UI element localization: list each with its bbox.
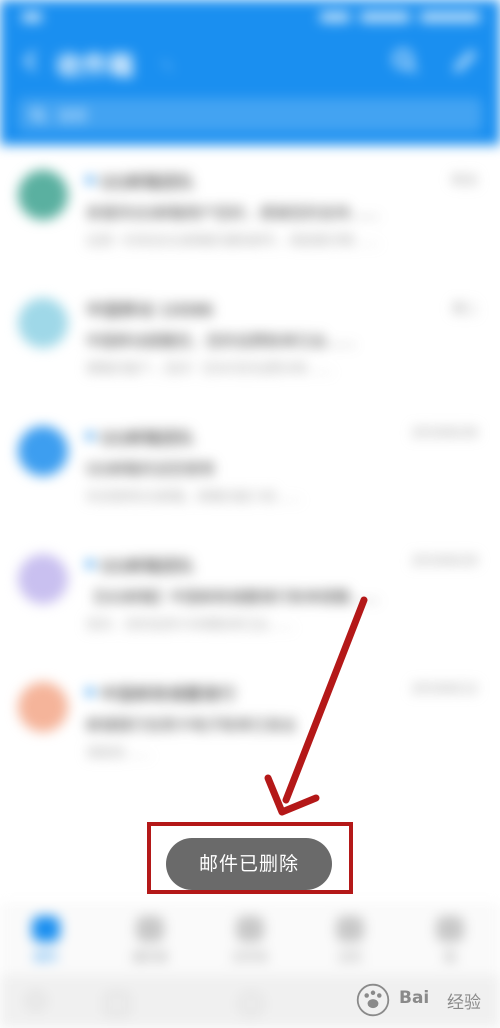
- bottom-nav-item[interactable]: 通讯录: [110, 916, 190, 972]
- back-system-button[interactable]: [24, 989, 48, 1013]
- mail-list-item[interactable]: QQ邮箱团队 昨天亲爱的QQ邮箱用户您好，感谢您的支持…… 这是一封来自QQ邮箱的通…: [0, 150, 500, 278]
- mail-preview: 尊敬的客户，您好！您本月的话费详单……: [86, 362, 334, 377]
- mail-preview: 您好，您的信用卡本期账单已出……: [86, 618, 295, 633]
- nav-tab-label: 邮件: [33, 950, 58, 964]
- sender-avatar: [18, 682, 68, 732]
- watermark-brand: Bai: [399, 988, 430, 1008]
- sender-avatar: [18, 426, 68, 476]
- nav-tab-icon: [436, 916, 464, 942]
- search-icon[interactable]: [392, 48, 418, 74]
- search-placeholder: 搜索: [58, 107, 89, 125]
- mail-sender: QQ邮箱团队: [100, 173, 195, 193]
- mail-preview: 这是一封来自QQ邮箱的通知邮件，请查看详情……: [86, 234, 380, 249]
- mail-subject: QQ邮箱欢迎您使用: [86, 460, 215, 478]
- recents-system-button[interactable]: [106, 993, 128, 1015]
- unread-dot: [86, 688, 94, 696]
- mail-sender: QQ邮箱团队: [100, 429, 195, 449]
- compose-icon[interactable]: [452, 48, 478, 74]
- mail-sender: 中国移动 10086: [86, 301, 214, 321]
- unread-dot: [86, 560, 94, 568]
- nav-tab-label: 通讯录: [131, 950, 168, 964]
- mail-list-item[interactable]: 中国移动 10086 周二中国移动提醒您，您的话费账单已出…… 尊敬的客户，您好！您…: [0, 278, 500, 406]
- page-title: 收件箱: [56, 52, 135, 82]
- nav-tab-label: 我: [443, 950, 456, 964]
- mail-date: 2019/6/12: [411, 682, 478, 697]
- bottom-nav-item[interactable]: 文件夹: [210, 916, 290, 972]
- bottom-nav-item[interactable]: 日历: [310, 916, 390, 972]
- nav-tab-icon: [336, 916, 364, 942]
- nav-tab-label: 日历: [337, 950, 362, 964]
- mail-date: 2019/6/26: [411, 426, 478, 441]
- mail-date: 昨天: [451, 174, 478, 189]
- sender-avatar: [18, 298, 68, 348]
- nav-tab-icon: [136, 916, 164, 942]
- app-header: 收件箱 ㄟ 搜索: [0, 0, 500, 145]
- bottom-nav-item[interactable]: 我: [410, 916, 490, 972]
- unread-dot: [86, 432, 94, 440]
- mail-subject: 邮储银行信用卡电子账单已发出: [86, 716, 297, 734]
- search-icon: [31, 108, 46, 123]
- mail-date: 2019/6/20: [411, 554, 478, 569]
- mail-subject: 中国移动提醒您，您的话费账单已出……: [86, 332, 357, 350]
- mail-sender: 中国邮政储蓄银行: [100, 685, 236, 705]
- watermark-suffix: 经验: [447, 993, 481, 1013]
- nav-tab-icon: [32, 916, 60, 942]
- mail-subject: 【QQ邮箱】中国邮政储蓄银行账单提醒……: [86, 588, 380, 606]
- back-arrow-icon[interactable]: [18, 48, 44, 74]
- mail-subject: 亲爱的QQ邮箱用户您好，感谢您的支持……: [86, 204, 380, 222]
- search-bar[interactable]: 搜索: [18, 98, 482, 132]
- account-switch-caret[interactable]: ㄟ: [160, 56, 174, 76]
- home-system-button[interactable]: [240, 993, 262, 1015]
- paw-logo-icon: [356, 983, 390, 1017]
- bottom-nav-item[interactable]: 邮件: [6, 916, 86, 972]
- bottom-navigation: 邮件 通讯录 文件夹 日历 我: [0, 905, 500, 976]
- nav-tab-label: 文件夹: [231, 950, 268, 964]
- sender-avatar: [18, 170, 68, 220]
- mail-preview: 欢迎使用QQ邮箱，邮箱功能介绍……: [86, 490, 302, 505]
- mail-date: 周二: [451, 302, 478, 317]
- mail-preview: 请查收……: [86, 746, 152, 761]
- annotation-highlight-box: [147, 822, 353, 894]
- unread-dot: [86, 176, 94, 184]
- mail-list-item[interactable]: QQ邮箱团队 2019/6/20 【QQ邮箱】中国邮政储蓄银行账单提醒…… 您好，您的…: [0, 534, 500, 662]
- mail-list-item[interactable]: QQ邮箱团队 2019/6/26 QQ邮箱欢迎您使用欢迎使用QQ邮箱，邮箱功能介绍……: [0, 406, 500, 534]
- status-bar: [0, 0, 500, 36]
- sender-avatar: [18, 554, 68, 604]
- mail-list-item[interactable]: 中国邮政储蓄银行 2019/6/12 邮储银行信用卡电子账单已发出 请查收……: [0, 662, 500, 790]
- nav-tab-icon: [236, 916, 264, 942]
- watermark: Bai 经验: [355, 980, 495, 1020]
- mail-sender: QQ邮箱团队: [100, 557, 195, 577]
